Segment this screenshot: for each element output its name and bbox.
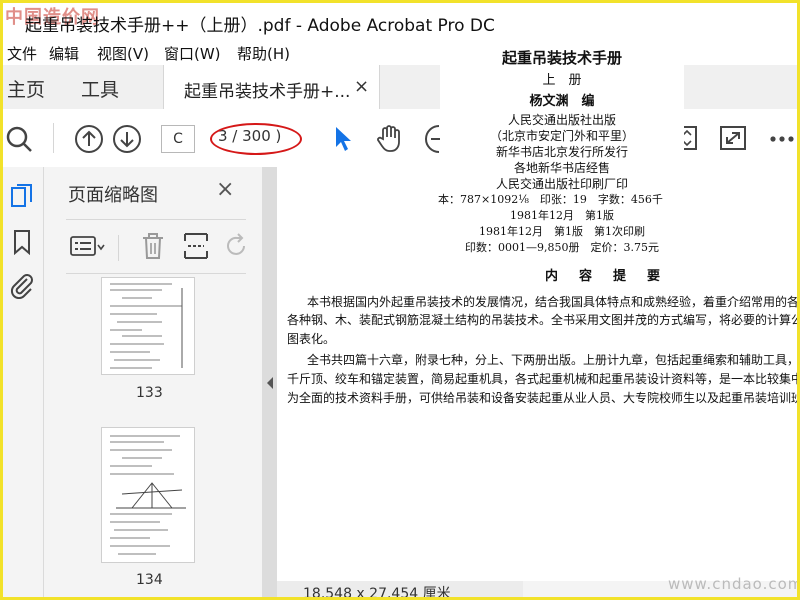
tab-document[interactable]: 起重吊装技术手册+... × bbox=[163, 65, 380, 110]
delete-page-icon[interactable] bbox=[140, 231, 166, 261]
price-line: 印数：0001—9,850册 定价：3.75元 bbox=[465, 241, 659, 254]
page-dimensions: 18.548 x 27.454 厘米 bbox=[303, 586, 451, 600]
zoom-out-icon[interactable] bbox=[423, 124, 441, 154]
thumbnail-page-content bbox=[110, 435, 186, 555]
page-thumbnail[interactable] bbox=[101, 427, 195, 563]
printing-line: 1981年12月 第1版 第1次印刷 bbox=[479, 225, 645, 238]
thumbnail-page-number: 133 bbox=[136, 385, 163, 401]
full-screen-icon[interactable] bbox=[719, 125, 747, 151]
copyright-page-overlay: 起重吊装技术手册 上 册 杨文渊 编 人民交通出版社出版 （北京市安定门外和平里… bbox=[438, 43, 684, 255]
body-line: 全书共四篇十六章，附录七种，分上、下两册出版。上册计九章，包括起重绳索和辅助工具… bbox=[307, 353, 800, 367]
previous-page-icon[interactable] bbox=[74, 124, 104, 154]
distributor-line: 新华书店北京发行所发行 bbox=[495, 145, 628, 159]
publisher-address: （北京市安定门外和平里） bbox=[489, 129, 634, 143]
attachment-icon[interactable] bbox=[9, 271, 35, 299]
thumbnail-page-number: 134 bbox=[136, 572, 163, 588]
tab-document-label: 起重吊装技术手册+... bbox=[184, 82, 351, 102]
tab-home[interactable]: 主页 bbox=[7, 75, 45, 102]
menu-help[interactable]: 帮助(H) bbox=[237, 43, 290, 64]
body-line: 本书根据国内外起重吊装技术的发展情况，结合我国具体特点和成熟经验，着重介绍常用的… bbox=[307, 295, 800, 309]
panel-tool-divider bbox=[118, 235, 119, 261]
publisher-line: 人民交通出版社出版 bbox=[507, 113, 616, 127]
book-title: 起重吊装技术手册 bbox=[501, 49, 622, 67]
seller-line: 各地新华书店经售 bbox=[513, 161, 610, 175]
title-bar: 中国造价网 起重吊装技术手册++（上册）.pdf - Adobe Acrobat… bbox=[3, 3, 797, 41]
section-title: 内 容 提 要 bbox=[545, 269, 665, 284]
more-options-icon[interactable] bbox=[769, 135, 797, 143]
search-icon[interactable] bbox=[5, 125, 33, 153]
panel-toolbar bbox=[64, 227, 254, 267]
menu-file[interactable]: 文件 bbox=[7, 43, 37, 64]
menu-edit[interactable]: 编辑 bbox=[49, 43, 79, 64]
tab-tools[interactable]: 工具 bbox=[81, 75, 119, 102]
volume-label: 上 册 bbox=[542, 73, 582, 88]
author: 杨文渊 编 bbox=[529, 94, 595, 109]
select-cursor-icon[interactable] bbox=[333, 125, 355, 153]
menu-window[interactable]: 窗口(W) bbox=[164, 43, 221, 64]
collapse-arrow-icon[interactable] bbox=[265, 375, 275, 391]
bookmark-icon[interactable] bbox=[11, 229, 33, 255]
body-line: 图表化。 bbox=[287, 332, 336, 346]
panel-divider bbox=[66, 219, 246, 220]
rotate-page-icon[interactable] bbox=[224, 233, 248, 259]
panel-collapse-handle[interactable] bbox=[262, 167, 277, 597]
status-bar: 18.548 x 27.454 厘米 bbox=[277, 581, 523, 600]
left-nav-rail bbox=[3, 167, 44, 597]
toolbar-divider bbox=[53, 123, 54, 153]
page-thumbnail[interactable] bbox=[101, 277, 195, 375]
body-line: 各种钢、木、装配式钢筋混凝土结构的吊装技术。全书采用文图并茂的方式编写，将必要的… bbox=[287, 313, 800, 327]
window-title: 起重吊装技术手册++（上册）.pdf - Adobe Acrobat Pro D… bbox=[25, 16, 495, 36]
page-thumbnails-icon[interactable] bbox=[9, 183, 35, 211]
body-line: 为全面的技术资料手册，可供给吊装和设备安装起重从业人员、大专院校师生以及起重吊装… bbox=[287, 391, 800, 405]
format-line: 本：787×1092⅛ 印张：19 字数：456千 bbox=[438, 193, 663, 206]
printer-line: 人民交通出版社印刷厂印 bbox=[495, 177, 628, 191]
body-line: 千斤顶、绞车和锚定装置，简易起重机具，各式起重机械和起重吊装设计资料等，是一本比… bbox=[287, 372, 800, 386]
next-page-icon[interactable] bbox=[112, 124, 142, 154]
page-number-input[interactable]: C bbox=[161, 125, 195, 153]
watermark-url: www.cndao.com bbox=[668, 575, 800, 593]
panel-divider-bottom bbox=[66, 273, 246, 274]
annotation-circle bbox=[210, 123, 302, 155]
hand-tool-icon[interactable] bbox=[375, 123, 405, 153]
thumbnail-options-icon[interactable] bbox=[70, 235, 106, 259]
edition-line: 1981年12月 第1版 bbox=[510, 209, 614, 222]
panel-title: 页面缩略图 bbox=[68, 185, 158, 206]
menu-view[interactable]: 视图(V) bbox=[97, 43, 149, 64]
panel-close-icon[interactable]: × bbox=[216, 177, 234, 202]
insert-page-icon[interactable] bbox=[182, 231, 210, 261]
tab-close-icon[interactable]: × bbox=[354, 76, 369, 97]
thumbnail-page-content bbox=[110, 283, 183, 369]
thumbnails-panel: 页面缩略图 × 133 134 bbox=[44, 167, 294, 597]
app-window: 中国造价网 起重吊装技术手册++（上册）.pdf - Adobe Acrobat… bbox=[0, 0, 800, 600]
